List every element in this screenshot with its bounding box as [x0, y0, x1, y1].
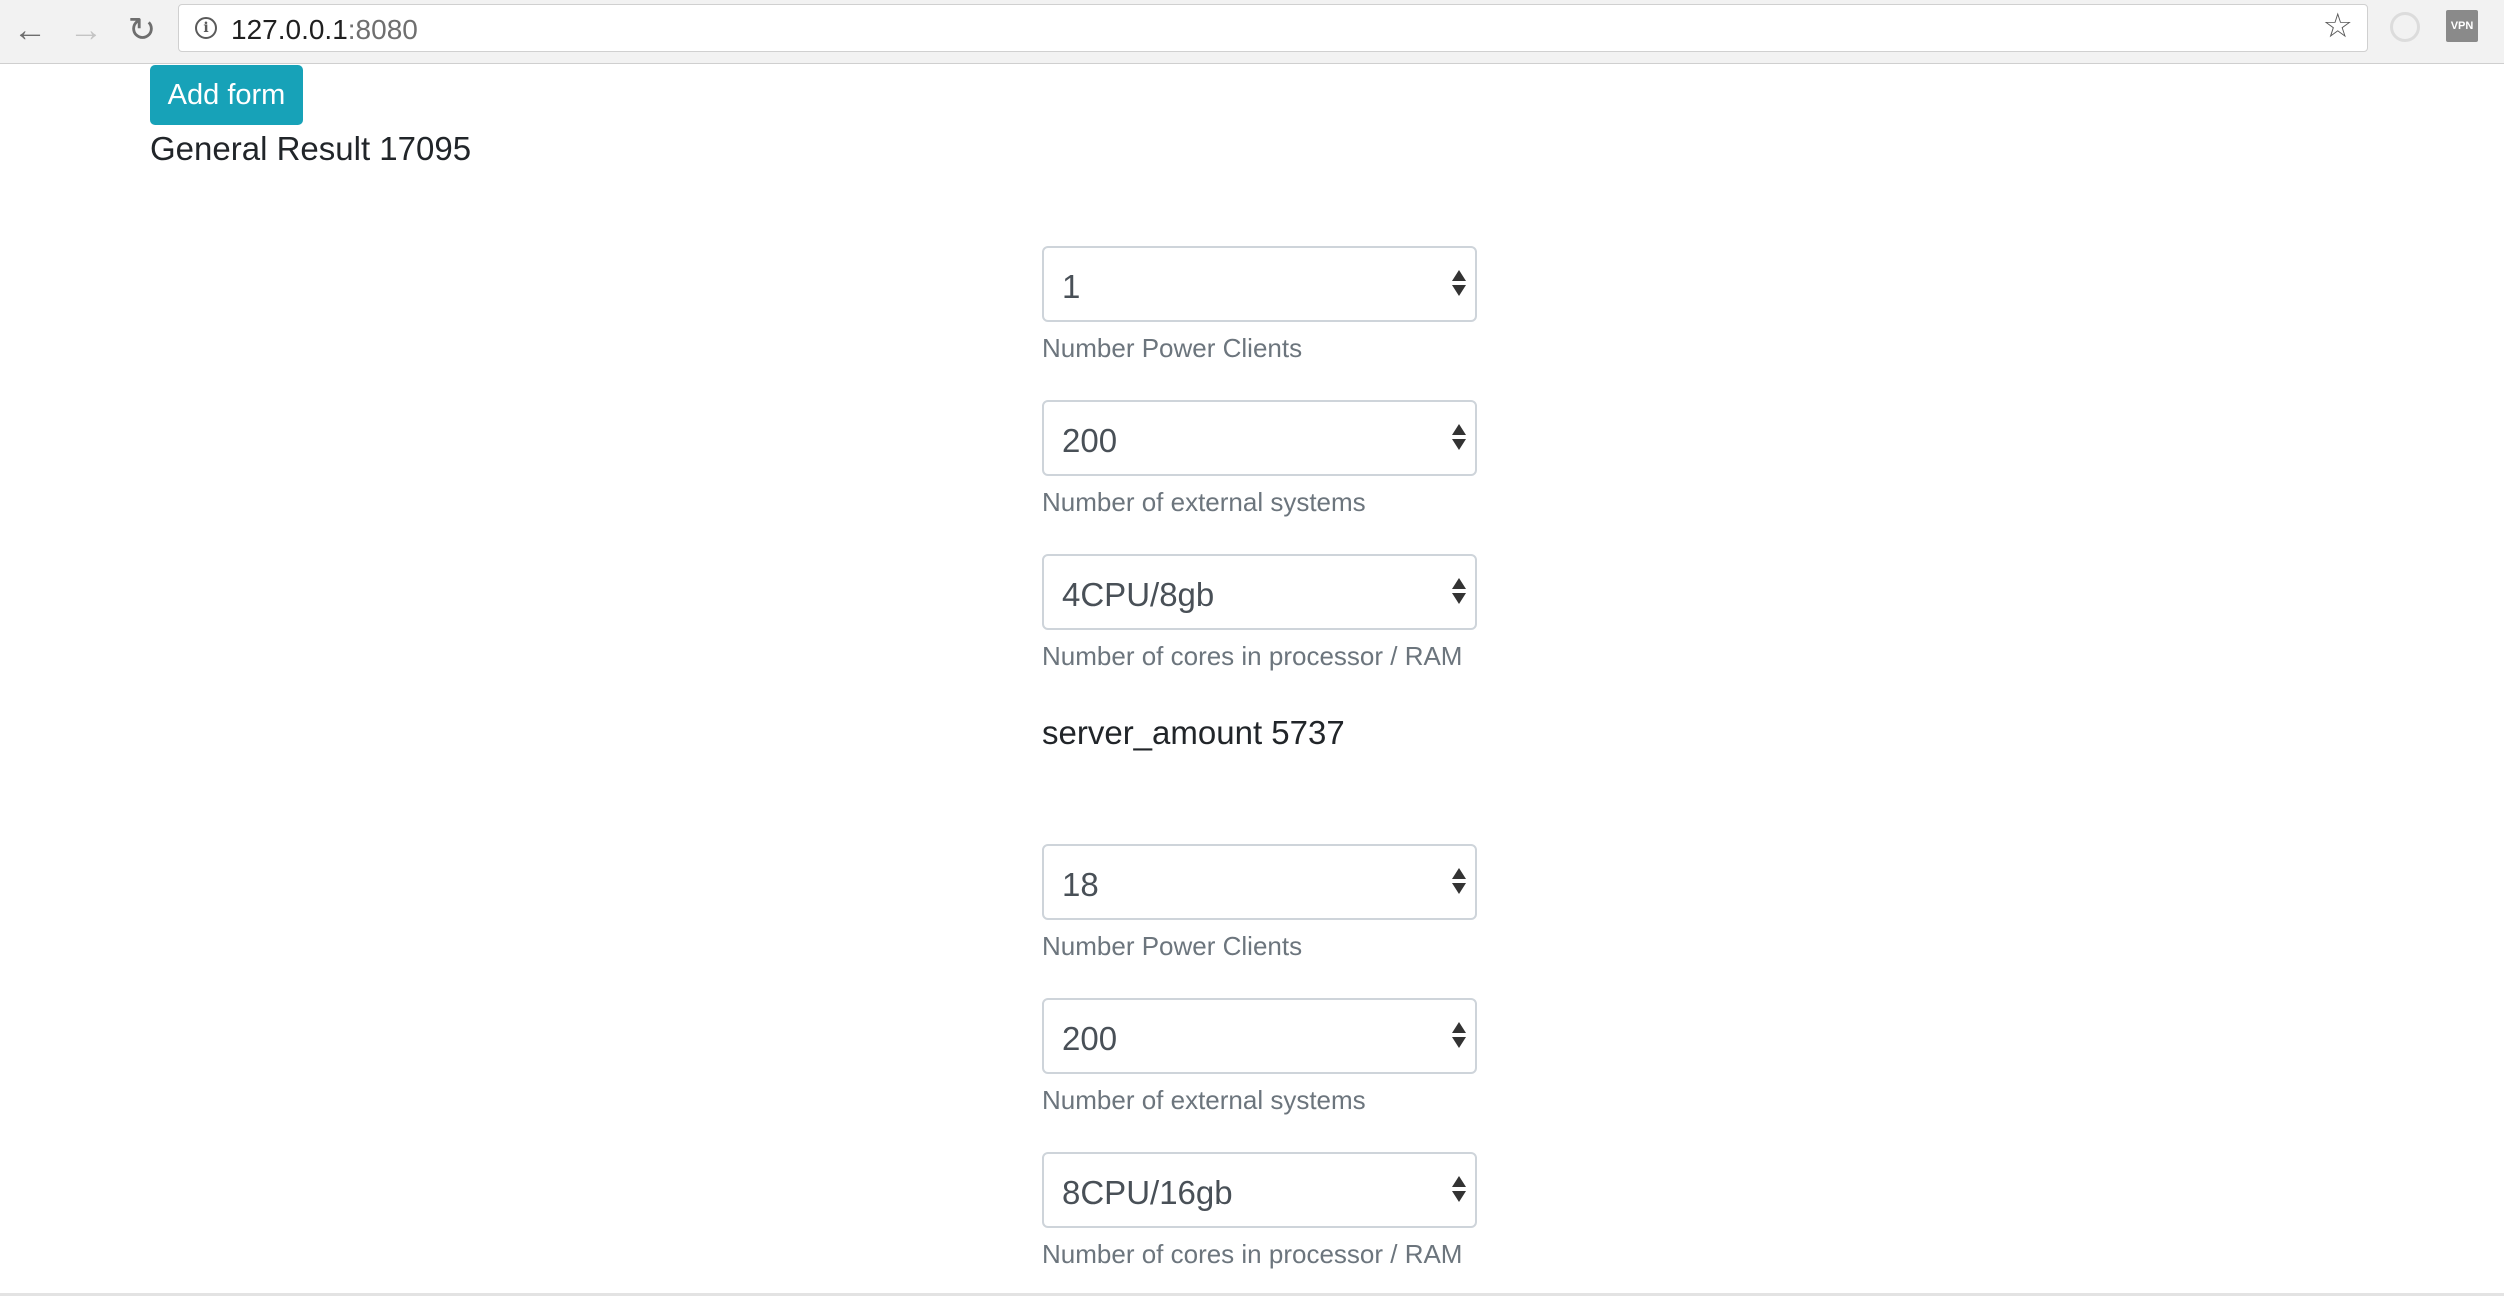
cores-ram-help: Number of cores in processor / RAM [1042, 641, 1463, 671]
general-result-text: General Result 17095 [150, 130, 472, 167]
cores-ram-select[interactable]: 4CPU/8gb [1042, 554, 1477, 630]
select-value: 200 [1062, 1020, 1118, 1057]
select-value: 4CPU/8gb [1062, 576, 1215, 613]
select-value: 18 [1062, 866, 1099, 903]
vpn-icon[interactable]: VPN [2446, 10, 2478, 42]
reload-icon: ↻ [127, 11, 157, 49]
power-clients-select[interactable]: 1 [1042, 246, 1477, 322]
external-systems-help: Number of external systems [1042, 1085, 1366, 1115]
forward-button[interactable]: → [64, 8, 108, 52]
add-form-button[interactable]: Add form [150, 65, 303, 125]
star-icon[interactable]: ☆ [2323, 9, 2353, 43]
select-arrows-icon [1451, 266, 1467, 302]
cores-ram-help: Number of cores in processor / RAM [1042, 1239, 1463, 1269]
select-arrows-icon [1451, 420, 1467, 456]
arrow-right-icon: → [69, 11, 103, 49]
back-button[interactable]: ← [8, 8, 52, 52]
power-clients-help: Number Power Clients [1042, 333, 1303, 363]
external-systems-help: Number of external systems [1042, 487, 1366, 517]
select-arrows-icon [1451, 1172, 1467, 1208]
power-clients-help: Number Power Clients [1042, 931, 1303, 961]
browser-toolbar: ← → ↻ i 127.0.0.1:8080 ☆ VPN [0, 0, 2504, 64]
reload-button[interactable]: ↻ [120, 8, 164, 52]
select-arrows-icon [1451, 864, 1467, 900]
url-port: :8080 [347, 14, 418, 45]
select-arrows-icon [1451, 574, 1467, 610]
arrow-left-icon: ← [13, 11, 47, 49]
select-arrows-icon [1451, 1018, 1467, 1054]
info-icon[interactable]: i [195, 17, 217, 39]
power-clients-select[interactable]: 18 [1042, 844, 1477, 920]
server-amount-text: server_amount 5737 [1042, 714, 1345, 751]
select-value: 200 [1062, 422, 1118, 459]
select-value: 1 [1062, 268, 1081, 305]
select-value: 8CPU/16gb [1062, 1174, 1233, 1211]
url-text[interactable]: 127.0.0.1:8080 [231, 14, 418, 46]
external-systems-select[interactable]: 200 [1042, 998, 1477, 1074]
bottom-divider [0, 1293, 2504, 1296]
external-systems-select[interactable]: 200 [1042, 400, 1477, 476]
extension-icon[interactable] [2390, 12, 2420, 42]
url-host: 127.0.0.1 [231, 14, 348, 45]
address-bar[interactable]: i 127.0.0.1:8080 ☆ [178, 4, 2368, 52]
cores-ram-select[interactable]: 8CPU/16gb [1042, 1152, 1477, 1228]
